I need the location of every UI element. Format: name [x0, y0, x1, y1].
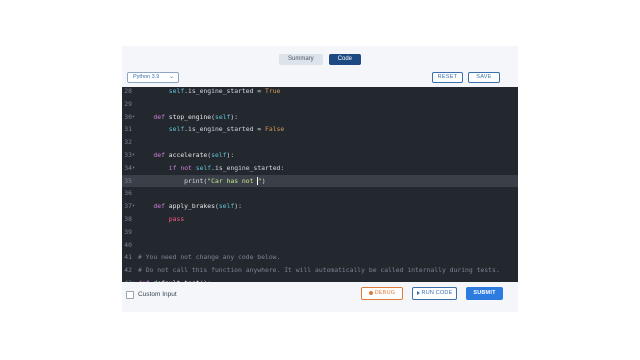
code-line[interactable]: 39 — [122, 226, 518, 239]
code-token: not — [180, 163, 192, 172]
text-cursor — [257, 176, 258, 185]
editor-footer: Custom Input DEBUG RUN CODE SUBMIT — [122, 282, 518, 312]
language-select-value: Python 3.9 — [133, 74, 160, 80]
chevron-down-icon: ⌄ — [168, 74, 174, 80]
code-line[interactable]: 42 # Do not call this function anywhere. … — [122, 264, 518, 277]
code-text: self.is_engine_started = True — [138, 87, 281, 98]
custom-input-checkbox[interactable] — [126, 291, 134, 299]
editor-toolbar: Python 3.9 ⌄ RESET SAVE — [122, 72, 518, 88]
play-icon — [416, 290, 420, 295]
code-text: pass — [138, 213, 184, 226]
code-token: is_engine_started — [188, 125, 254, 134]
debug-icon — [368, 290, 373, 295]
submit-button[interactable]: SUBMIT — [466, 287, 503, 300]
code-text: if not self.is_engine_started: — [138, 162, 285, 175]
code-line[interactable]: 28 self.is_engine_started = True — [122, 87, 518, 98]
line-number: 29 — [124, 99, 132, 108]
code-token: self — [218, 202, 235, 211]
code-text: print("Car has not ") — [138, 175, 266, 188]
code-line[interactable]: 41 # You need not change any code below. — [122, 251, 518, 264]
code-editor[interactable]: 28 self.is_engine_started = True 29 30 ▾ de… — [122, 87, 518, 282]
code-line[interactable]: 37 ▾ def apply_brakes(self): — [122, 200, 518, 213]
code-line[interactable]: 30 ▾ def stop_engine(self): — [122, 111, 518, 124]
code-token: "Car has not " — [207, 176, 262, 185]
code-text: # Do not call this function anywhere. It… — [138, 264, 500, 277]
code-token: = — [253, 125, 265, 134]
code-token: self — [214, 112, 231, 121]
code-text: self.is_engine_started = False — [138, 123, 284, 136]
code-token: apply_brakes — [168, 202, 215, 211]
code-token: self — [168, 87, 185, 95]
code-token: : — [280, 163, 285, 172]
code-token: ): — [230, 112, 239, 121]
line-number: 30 — [124, 112, 132, 121]
line-number: 32 — [124, 138, 132, 147]
language-select[interactable]: Python 3.9 ⌄ — [127, 72, 179, 83]
view-tabs: Summary Code — [122, 46, 518, 72]
line-number: 38 — [124, 215, 132, 223]
line-number: 40 — [124, 240, 132, 249]
line-number: 42 — [124, 266, 132, 275]
code-text: def accelerate(self): — [138, 149, 234, 162]
custom-input-label: Custom Input — [138, 291, 177, 298]
code-token: False — [265, 125, 285, 134]
line-number: 39 — [124, 227, 132, 236]
code-token: self — [168, 125, 185, 134]
code-line[interactable]: 32 — [122, 136, 518, 149]
code-line[interactable]: 34 ▾ if not self.is_engine_started: — [122, 162, 518, 175]
code-token: def — [153, 112, 165, 121]
line-number: 28 — [124, 87, 132, 95]
line-number: 41 — [124, 253, 132, 262]
code-token: is_engine_started — [188, 87, 254, 95]
code-token: print — [184, 176, 204, 185]
code-token: def — [153, 151, 165, 159]
tab-code[interactable]: Code — [328, 53, 361, 65]
code-token: ): — [226, 151, 235, 159]
code-text: def stop_engine(self): — [138, 111, 238, 124]
code-token: self — [211, 151, 227, 159]
code-token: ) — [261, 176, 266, 185]
code-line[interactable]: 36 — [122, 187, 518, 200]
code-token: # Do not call this function anywhere. It… — [138, 266, 500, 275]
line-number: 36 — [124, 189, 132, 198]
run-code-label: RUN CODE — [421, 290, 453, 296]
code-token: ): — [234, 202, 242, 211]
tab-summary[interactable]: Summary — [278, 53, 323, 65]
save-button[interactable]: SAVE — [468, 72, 500, 83]
code-text: def apply_brakes(self): — [138, 200, 242, 213]
code-line[interactable]: 29 — [122, 98, 518, 111]
line-number: 37 — [124, 202, 132, 211]
code-line[interactable]: 38 pass — [122, 213, 518, 226]
line-number: 31 — [124, 125, 132, 134]
code-line[interactable]: 35 print("Car has not ") — [122, 174, 518, 188]
debug-label: DEBUG — [374, 290, 396, 296]
line-number: 33 — [124, 151, 132, 159]
code-panel: Summary Code Python 3.9 ⌄ RESET SAVE 28 … — [122, 46, 518, 312]
code-token: self — [195, 163, 212, 172]
code-line[interactable]: 33 ▾ def accelerate(self): — [122, 149, 518, 162]
code-token: pass — [168, 215, 185, 223]
debug-button[interactable]: DEBUG — [361, 287, 403, 300]
code-token: stop_engine — [168, 112, 212, 121]
code-token: # You need not change any code below. — [138, 253, 281, 262]
reset-button[interactable]: RESET — [432, 72, 463, 83]
line-number: 35 — [124, 176, 132, 185]
code-line[interactable]: 31 self.is_engine_started = False — [122, 123, 518, 136]
code-token: def — [153, 202, 165, 211]
code-token: = — [253, 87, 265, 95]
run-code-button[interactable]: RUN CODE — [412, 287, 457, 300]
code-token: is_engine_started — [215, 163, 281, 172]
code-line[interactable]: 40 — [122, 239, 518, 252]
code-text: # You need not change any code below. — [138, 251, 280, 264]
code-token: True — [265, 87, 281, 95]
line-number: 34 — [124, 163, 132, 172]
code-token: accelerate — [168, 151, 208, 159]
